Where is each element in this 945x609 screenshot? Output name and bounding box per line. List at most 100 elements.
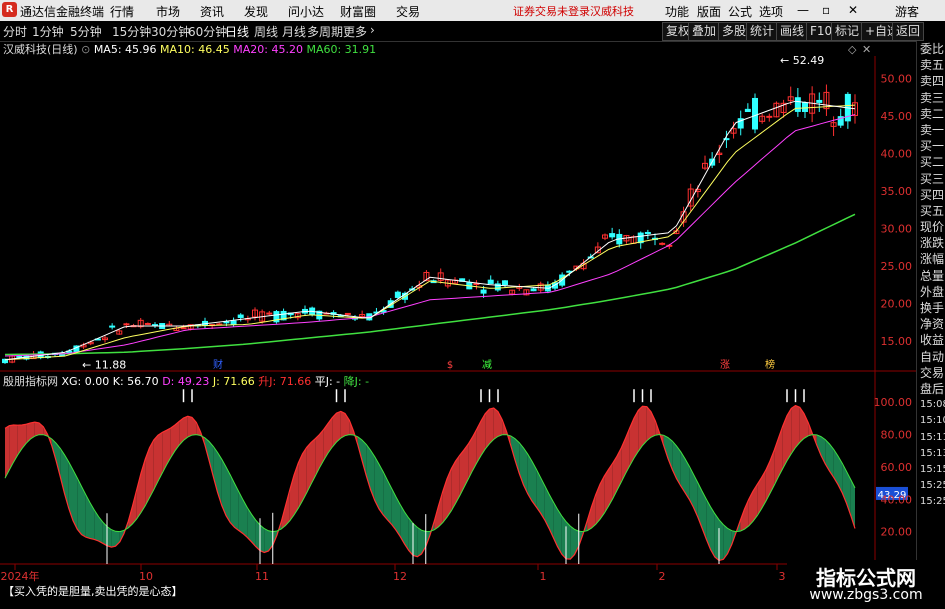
side-panel-item[interactable]: 卖四 bbox=[917, 73, 945, 89]
kdj-band bbox=[132, 489, 137, 524]
date-axis-label: 10 bbox=[139, 570, 153, 583]
date-axis-label: 2 bbox=[659, 570, 666, 583]
menu-item-discover[interactable]: 发现 bbox=[244, 3, 268, 20]
back-button[interactable]: 返回 bbox=[892, 22, 925, 41]
side-panel-item[interactable]: 卖一 bbox=[917, 122, 945, 138]
price-axis-label: 20.00 bbox=[881, 298, 913, 311]
price-info-line: 汉威科技(日线) ⊙ MA5: 45.96 MA10: 46.45 MA20: … bbox=[3, 41, 376, 56]
tab-30min[interactable]: 30分钟 bbox=[151, 23, 190, 40]
side-panel-item[interactable]: 15:10 bbox=[917, 413, 945, 429]
ma-line-ma20 bbox=[4, 114, 856, 357]
side-panel-item[interactable]: 15:11 bbox=[917, 430, 945, 446]
tab-daily[interactable]: 日线 bbox=[225, 23, 249, 40]
menu-item-function[interactable]: 功能 bbox=[665, 3, 689, 20]
side-panel-item[interactable]: 买四 bbox=[917, 187, 945, 203]
kdj-band bbox=[719, 519, 724, 561]
side-panel-item[interactable]: 15:13 bbox=[917, 446, 945, 462]
candle-body bbox=[794, 97, 801, 112]
candle-body bbox=[766, 115, 773, 118]
side-panel-item[interactable]: 买三 bbox=[917, 171, 945, 187]
kdj-band bbox=[183, 416, 188, 441]
kdj-band bbox=[260, 525, 265, 553]
side-panel-item[interactable]: 卖二 bbox=[917, 106, 945, 122]
kdj-band bbox=[22, 424, 27, 449]
side-panel-item[interactable]: 委比 bbox=[917, 41, 945, 57]
tab-timeshare[interactable]: 分时 bbox=[3, 23, 27, 40]
watermark: 指标公式网 www.zbgs3.com bbox=[787, 560, 945, 609]
candle-body bbox=[344, 312, 351, 315]
date-axis-label: 2024年 bbox=[1, 569, 40, 583]
close-icon[interactable]: ✕ bbox=[848, 3, 858, 17]
menu-item-news[interactable]: 资讯 bbox=[200, 3, 224, 20]
side-panel-item[interactable]: 交易 bbox=[917, 365, 945, 381]
mark-button[interactable]: 标记 bbox=[831, 22, 864, 41]
side-panel-item[interactable]: 15:08 bbox=[917, 397, 945, 413]
overlay-button[interactable]: 叠加 bbox=[688, 22, 721, 41]
side-panel-item[interactable]: 换手 bbox=[917, 300, 945, 316]
more-chevron-icon[interactable]: › bbox=[370, 23, 375, 37]
tab-weekly[interactable]: 周线 bbox=[254, 23, 278, 40]
side-panel-item[interactable]: 自动 bbox=[917, 349, 945, 365]
side-panel-item[interactable]: 买一 bbox=[917, 138, 945, 154]
guest-login[interactable]: 游客 bbox=[895, 3, 919, 20]
candle-body bbox=[223, 321, 230, 324]
tab-5min[interactable]: 5分钟 bbox=[70, 23, 102, 40]
kdj-band bbox=[485, 408, 490, 450]
side-panel-item[interactable]: 涨跌 bbox=[917, 235, 945, 251]
event-marker[interactable]: 榜 bbox=[765, 358, 775, 371]
side-panel-item[interactable]: 净资 bbox=[917, 316, 945, 332]
side-panel-item[interactable]: 买二 bbox=[917, 154, 945, 170]
side-panel-item[interactable]: 买五 bbox=[917, 203, 945, 219]
login-warning[interactable]: 证券交易未登录 bbox=[513, 3, 590, 19]
menu-item-ask[interactable]: 问小达 bbox=[288, 3, 324, 20]
side-panel-item[interactable]: 外盘 bbox=[917, 284, 945, 300]
menu-item-quotes[interactable]: 行情 bbox=[110, 3, 134, 20]
side-panel-item[interactable]: 涨幅 bbox=[917, 251, 945, 267]
event-marker[interactable]: $ bbox=[447, 360, 453, 371]
side-panel-item[interactable]: 现价 bbox=[917, 219, 945, 235]
diamond-icon[interactable]: ◇ bbox=[848, 43, 856, 56]
tab-monthly[interactable]: 月线 bbox=[282, 23, 306, 40]
kdj-band bbox=[149, 440, 154, 498]
kline-chart[interactable]: 43.29 50.0045.0040.0035.0030.0025.0020.0… bbox=[0, 56, 916, 584]
tab-60min[interactable]: 60分钟 bbox=[188, 23, 227, 40]
tab-1min[interactable]: 1分钟 bbox=[32, 23, 64, 40]
tab-multi-period[interactable]: 多周期 bbox=[307, 23, 343, 40]
side-panel-item[interactable]: 盘后 bbox=[917, 381, 945, 397]
kdj-band bbox=[566, 521, 571, 560]
menu-item-market[interactable]: 市场 bbox=[156, 3, 180, 20]
menu-item-options[interactable]: 选项 bbox=[759, 3, 783, 20]
chart-title: 汉威科技(日线) bbox=[3, 43, 78, 56]
tab-15min[interactable]: 15分钟 bbox=[112, 23, 151, 40]
draw-line-button[interactable]: 画线 bbox=[776, 22, 809, 41]
side-panel-item[interactable]: 15:15 bbox=[917, 462, 945, 478]
statistics-button[interactable]: 统计 bbox=[746, 22, 779, 41]
tab-more[interactable]: 更多 bbox=[343, 23, 367, 40]
event-marker[interactable]: 涨 bbox=[720, 359, 730, 371]
app-logo-icon: R bbox=[2, 2, 17, 17]
close-chart-icon[interactable]: ✕ bbox=[862, 43, 871, 56]
ma-line-ma10 bbox=[4, 104, 856, 361]
settings-circle-icon[interactable]: ⊙ bbox=[81, 43, 90, 56]
event-marker[interactable]: 减 bbox=[482, 359, 492, 371]
menu-item-trade[interactable]: 交易 bbox=[396, 3, 420, 20]
minimize-icon[interactable]: — bbox=[797, 3, 809, 17]
kdj-band bbox=[111, 529, 116, 548]
side-panel-item[interactable]: 卖五 bbox=[917, 57, 945, 73]
kdj-band bbox=[642, 406, 647, 446]
xg-value: XG: 0.00 bbox=[61, 375, 110, 388]
side-panel-item[interactable]: 15:25 bbox=[917, 478, 945, 494]
candle-body bbox=[816, 99, 823, 103]
ma10-label: MA10: 46.45 bbox=[160, 43, 230, 56]
menu-item-formula[interactable]: 公式 bbox=[728, 3, 752, 20]
side-panel-item[interactable]: 总量 bbox=[917, 268, 945, 284]
current-stock-name: 汉威科技 bbox=[590, 5, 634, 18]
menu-item-layout[interactable]: 版面 bbox=[697, 3, 721, 20]
menu-item-wealth[interactable]: 财富圈 bbox=[340, 3, 376, 20]
maximize-icon[interactable]: ▫ bbox=[822, 3, 830, 17]
event-marker[interactable]: 财 bbox=[213, 358, 223, 371]
side-panel-item[interactable]: 收益 bbox=[917, 332, 945, 348]
side-panel-item[interactable]: 卖三 bbox=[917, 90, 945, 106]
side-panel-item[interactable]: 15:25 bbox=[917, 494, 945, 510]
candle-body bbox=[230, 320, 237, 325]
